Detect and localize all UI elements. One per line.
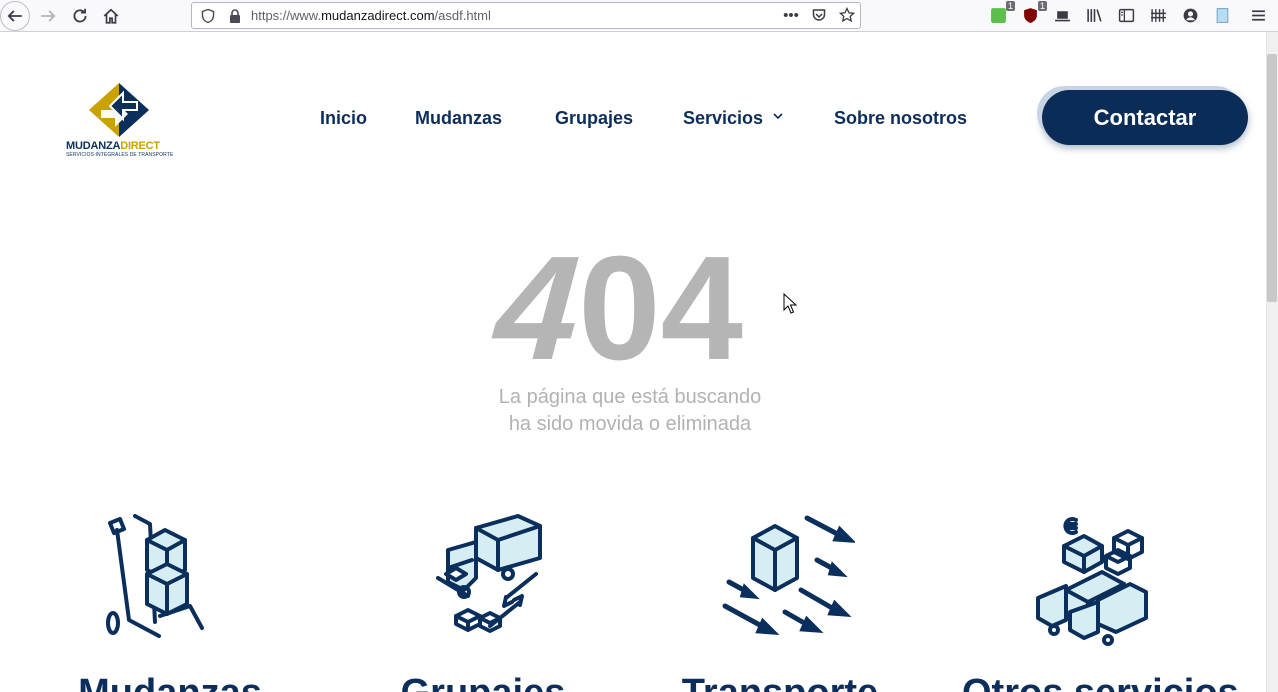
scrollbar-thumb[interactable] [1267, 54, 1277, 302]
menu-icon[interactable] [1249, 6, 1267, 24]
browser-toolbar: https://www.mudanzadirect.com/asdf.html … [0, 0, 1278, 32]
url-text[interactable]: https://www.mudanzadirect.com/asdf.html [251, 8, 491, 23]
box-arrows-icon [722, 515, 855, 635]
truck-boxes-icon [436, 514, 542, 633]
error-code: 404 [490, 226, 786, 391]
extension-icon[interactable]: 1 [989, 1, 1015, 24]
error-code-rest: 04 [578, 226, 743, 391]
error-code-first-digit: 4 [490, 226, 585, 391]
service-title[interactable]: Transporte [665, 672, 895, 692]
nav-item-sobre-nosotros[interactable]: Sobre nosotros [834, 108, 967, 129]
ublock-badge: 1 [1037, 1, 1047, 11]
service-grupajes[interactable]: Grupajes [368, 508, 598, 692]
nav-item-inicio[interactable]: Inicio [320, 108, 367, 129]
logo-mark-icon [89, 83, 149, 137]
service-otros-servicios[interactable]: Otros servicios [962, 508, 1239, 692]
shield-icon[interactable] [200, 8, 216, 24]
sidebar-icon[interactable] [1117, 6, 1135, 24]
more-icon[interactable]: ••• [782, 6, 800, 24]
nav-item-mudanzas[interactable]: Mudanzas [415, 108, 502, 129]
service-title[interactable]: Mudanzas [55, 672, 285, 692]
hand-truck-boxes-icon [106, 514, 204, 638]
service-transporte[interactable]: Transporte [665, 508, 895, 692]
screenshot-icon[interactable] [1053, 6, 1071, 24]
error-message-line1: La página que está buscando [498, 386, 762, 408]
error-message: La página que está buscando ha sido movi… [420, 384, 840, 438]
error-message-line2: ha sido movida o eliminada [508, 413, 752, 435]
contactar-button[interactable]: Contactar [1042, 90, 1248, 145]
lock-icon[interactable] [228, 8, 242, 24]
reload-icon[interactable] [66, 2, 94, 30]
chevron-down-icon [773, 113, 783, 120]
forward-icon[interactable] [34, 2, 62, 30]
home-icon[interactable] [97, 2, 125, 30]
bookmark-star-icon[interactable] [838, 6, 856, 24]
extension-badge: 1 [1005, 1, 1015, 11]
logo-name: MUDANZADIRECT [66, 140, 160, 152]
nav-item-servicios[interactable]: Servicios [683, 108, 783, 129]
logo-tagline: SERVICIOS INTEGRALES DE TRANSPORTE [66, 152, 174, 158]
service-title[interactable]: Otros servicios [962, 672, 1239, 692]
mouse-cursor-icon [783, 293, 797, 314]
address-bar[interactable]: https://www.mudanzadirect.com/asdf.html … [191, 2, 861, 29]
account-icon[interactable] [1181, 6, 1199, 24]
service-title[interactable]: Grupajes [368, 672, 598, 692]
trucks-boxes-euro-icon [1036, 517, 1148, 646]
service-mudanzas[interactable]: Mudanzas [55, 508, 285, 692]
toolbar-icon[interactable] [1149, 6, 1167, 24]
nav-item-servicios-label: Servicios [683, 108, 764, 128]
nav-item-grupajes[interactable]: Grupajes [555, 108, 633, 129]
library-icon[interactable] [1085, 6, 1103, 24]
pocket-icon[interactable] [810, 6, 828, 24]
site-logo[interactable]: MUDANZADIRECT SERVICIOS INTEGRALES DE TR… [64, 82, 176, 160]
ublock-icon[interactable]: 1 [1021, 1, 1047, 24]
back-icon[interactable] [0, 1, 30, 31]
notes-icon[interactable] [1213, 6, 1231, 24]
